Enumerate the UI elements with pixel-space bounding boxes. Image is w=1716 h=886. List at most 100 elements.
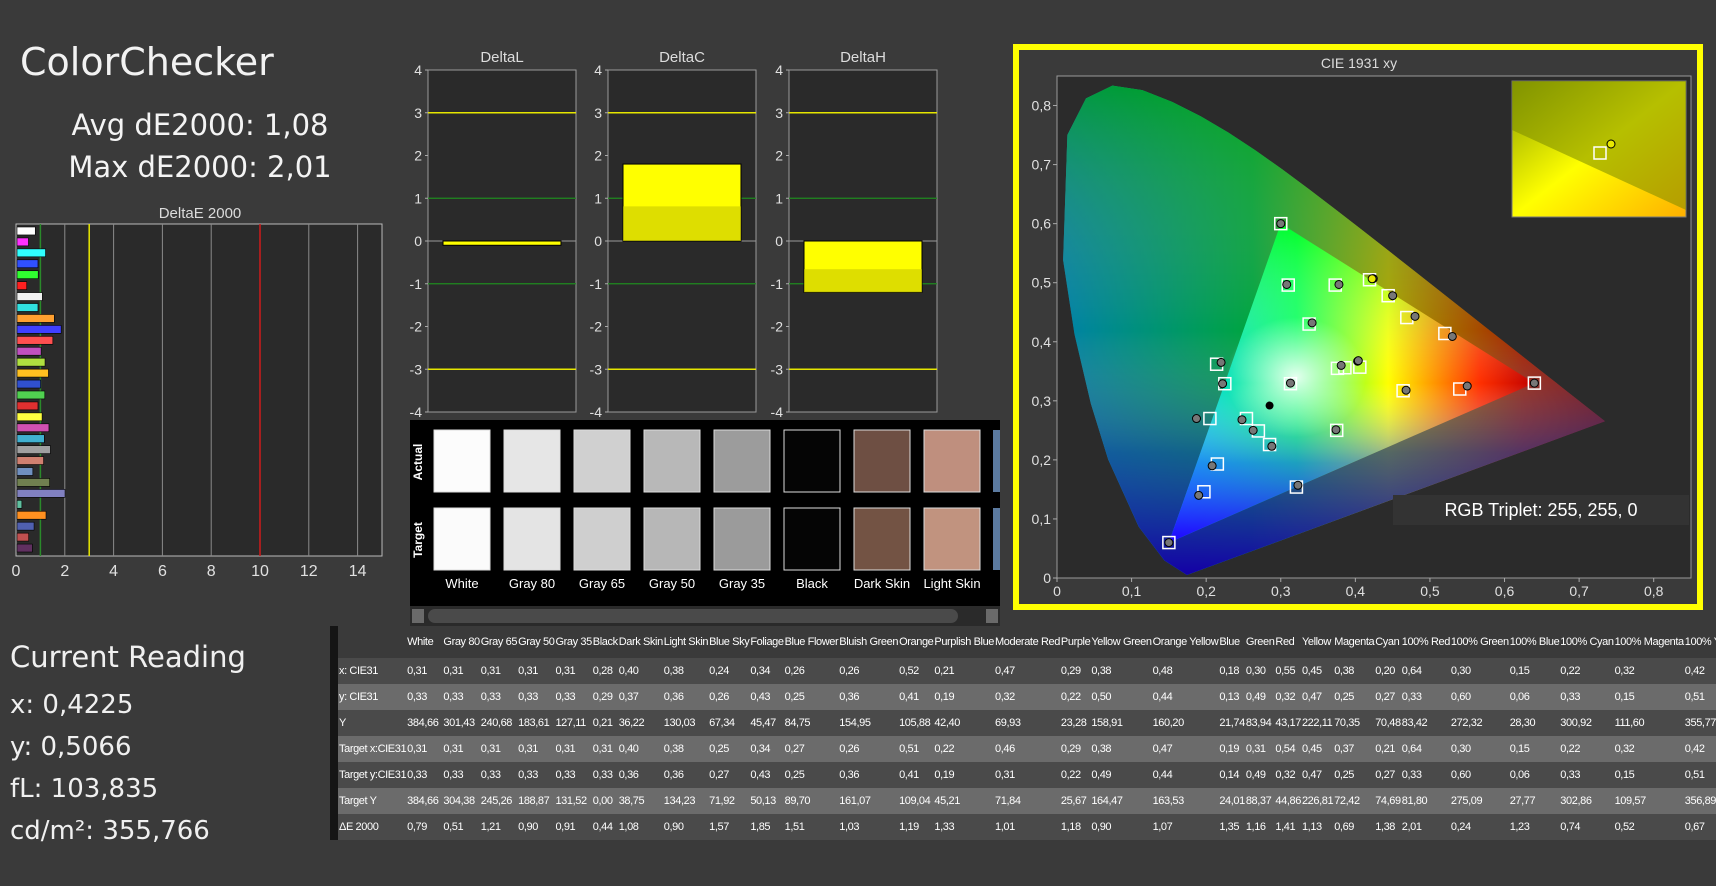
deltae-tick-label: 6 [158,563,167,580]
cie-inset [1511,80,1687,218]
delta-bar-shade [804,269,922,293]
table-cell: 0,33 [1400,762,1450,788]
table-cell: 0,60 [1449,684,1509,710]
table-cell: 0,90 [662,814,709,840]
table-cell: 71,84 [994,788,1060,814]
table-cell: 74,69 [1374,788,1401,814]
cie-chart: CIE 1931 xy 0 0,1 0,2 0,3 0,4 0,5 0,6 0,7 0,8 0 0,… [1032,55,1692,599]
cie-actual-point [1267,441,1277,451]
table-cell: 1,41 [1274,814,1301,840]
swatch-target [433,507,491,571]
table-cell: 0,31 [406,658,443,684]
table-cell: 21,74 [1218,710,1245,736]
table-cell: 0,29 [1059,736,1091,762]
delta-tick-label: 3 [775,105,783,121]
table-cell: 0,27 [1374,684,1401,710]
table-cell: 1,01 [994,814,1060,840]
table-cell: 0,38 [1333,658,1375,684]
table-cell: 0,19 [933,762,995,788]
target-row-label: Target [411,522,425,558]
table-cell: 71,92 [708,788,750,814]
delta-bar [442,240,562,246]
delta-chart-deltah: DeltaH 4 3 2 1 0 -1 -2 -3 -4 [771,49,938,420]
swatch-label: Light Skin [923,576,980,591]
table-cell: 25,67 [1059,788,1091,814]
cie-x-tick-label: 0,2 [1196,583,1216,599]
delta-tick-label: -2 [590,319,603,335]
cie-y-tick-label: 0,6 [1032,216,1052,232]
table-cell: 0,46 [994,736,1060,762]
cie-y-tick-label: 0,8 [1032,98,1052,114]
table-cell: 0,31 [517,658,555,684]
delta-tick-label: 0 [594,233,602,249]
table-cell: 245,26 [479,788,518,814]
table-cell: 0,25 [708,736,750,762]
table-cell: 356,89 [1683,788,1716,814]
swatch-scrollbar[interactable] [410,606,1000,626]
table-cell: 302,86 [1559,788,1614,814]
table-cell: 36,22 [617,710,663,736]
delta-tick-label: -1 [410,276,423,292]
delta-tick-label: 2 [594,148,602,164]
table-column-header: 100% Blue [1508,626,1560,658]
table-cell: 0,22 [933,736,995,762]
swatch-actual [433,429,491,493]
cie-actual-point [1353,356,1363,366]
table-column-header: Blue Flower [783,626,839,658]
swatch-svg: Actual Target White Gray 80 Gray 65 Gray 50… [411,429,1000,591]
deltae-bar [16,423,50,433]
delta-tick-label: -4 [590,404,603,420]
table-cell: 0,21 [591,710,618,736]
cie-y-tick-label: 0,2 [1032,452,1052,468]
table-cell: 0,33 [591,762,618,788]
table-column-header: Black [591,626,618,658]
table-cell: 0,06 [1508,762,1560,788]
cie-actual-point [1218,379,1228,389]
table-cell: 0,48 [1151,658,1219,684]
table-cell: 0,31 [517,736,555,762]
delta-tick-label: 4 [594,62,602,78]
cie-x-tick-label: 0 [1053,583,1061,599]
swatch-actual [573,429,631,493]
table-cell: 222,11 [1300,710,1334,736]
table-column-header: Light Skin [662,626,709,658]
table-cell: 0,27 [783,736,839,762]
table-cell: 105,88 [898,710,934,736]
delta-tick-label: -1 [590,276,603,292]
cie-actual-point [1276,219,1286,229]
cie-y-tick-label: 0 [1043,570,1051,586]
scroll-right-arrow[interactable] [986,609,998,623]
table-cell: 0,33 [1400,684,1450,710]
swatch-label: Gray 80 [509,576,555,591]
current-reading-y: y: 0,5066 [10,732,132,762]
table-cell: 109,04 [898,788,934,814]
table-cell: 0,24 [1449,814,1509,840]
table-cell: 0,47 [1300,762,1334,788]
swatch-target [643,507,701,571]
cie-x-tick-label: 0,5 [1420,583,1440,599]
deltae-bar [16,456,44,465]
table-cell: 0,22 [1559,658,1614,684]
deltae-chart: DeltaE 2000 0 2 4 6 8 10 12 14 [12,205,383,580]
rgb-triplet-box: RGB Triplet: 255, 255, 0 [1393,495,1689,525]
table-cell: 0,31 [591,736,618,762]
cie-y-tick-label: 0,4 [1032,334,1052,350]
scrollbar-thumb[interactable] [428,609,958,623]
scroll-left-arrow[interactable] [412,609,424,623]
table-cell: 0,44 [591,814,618,840]
table-row-header: x: CIE31 [329,658,407,684]
table-cell: 0,55 [1274,658,1301,684]
table-cell: 0,31 [406,736,443,762]
table-cell: 0,33 [1559,684,1614,710]
delta-tick-label: 2 [414,148,422,164]
deltae-bar [16,489,66,498]
table-cell: 0,90 [1090,814,1152,840]
table-cell: 0,60 [1449,762,1509,788]
table-cell: 226,81 [1300,788,1334,814]
table-cell: 0,33 [517,684,555,710]
table-cell: 0,15 [1508,658,1560,684]
table-cell: 0,40 [617,736,663,762]
table-column-header: Gray 50 [517,626,555,658]
cie-actual-point [1388,291,1398,301]
table-cell: 275,09 [1449,788,1509,814]
